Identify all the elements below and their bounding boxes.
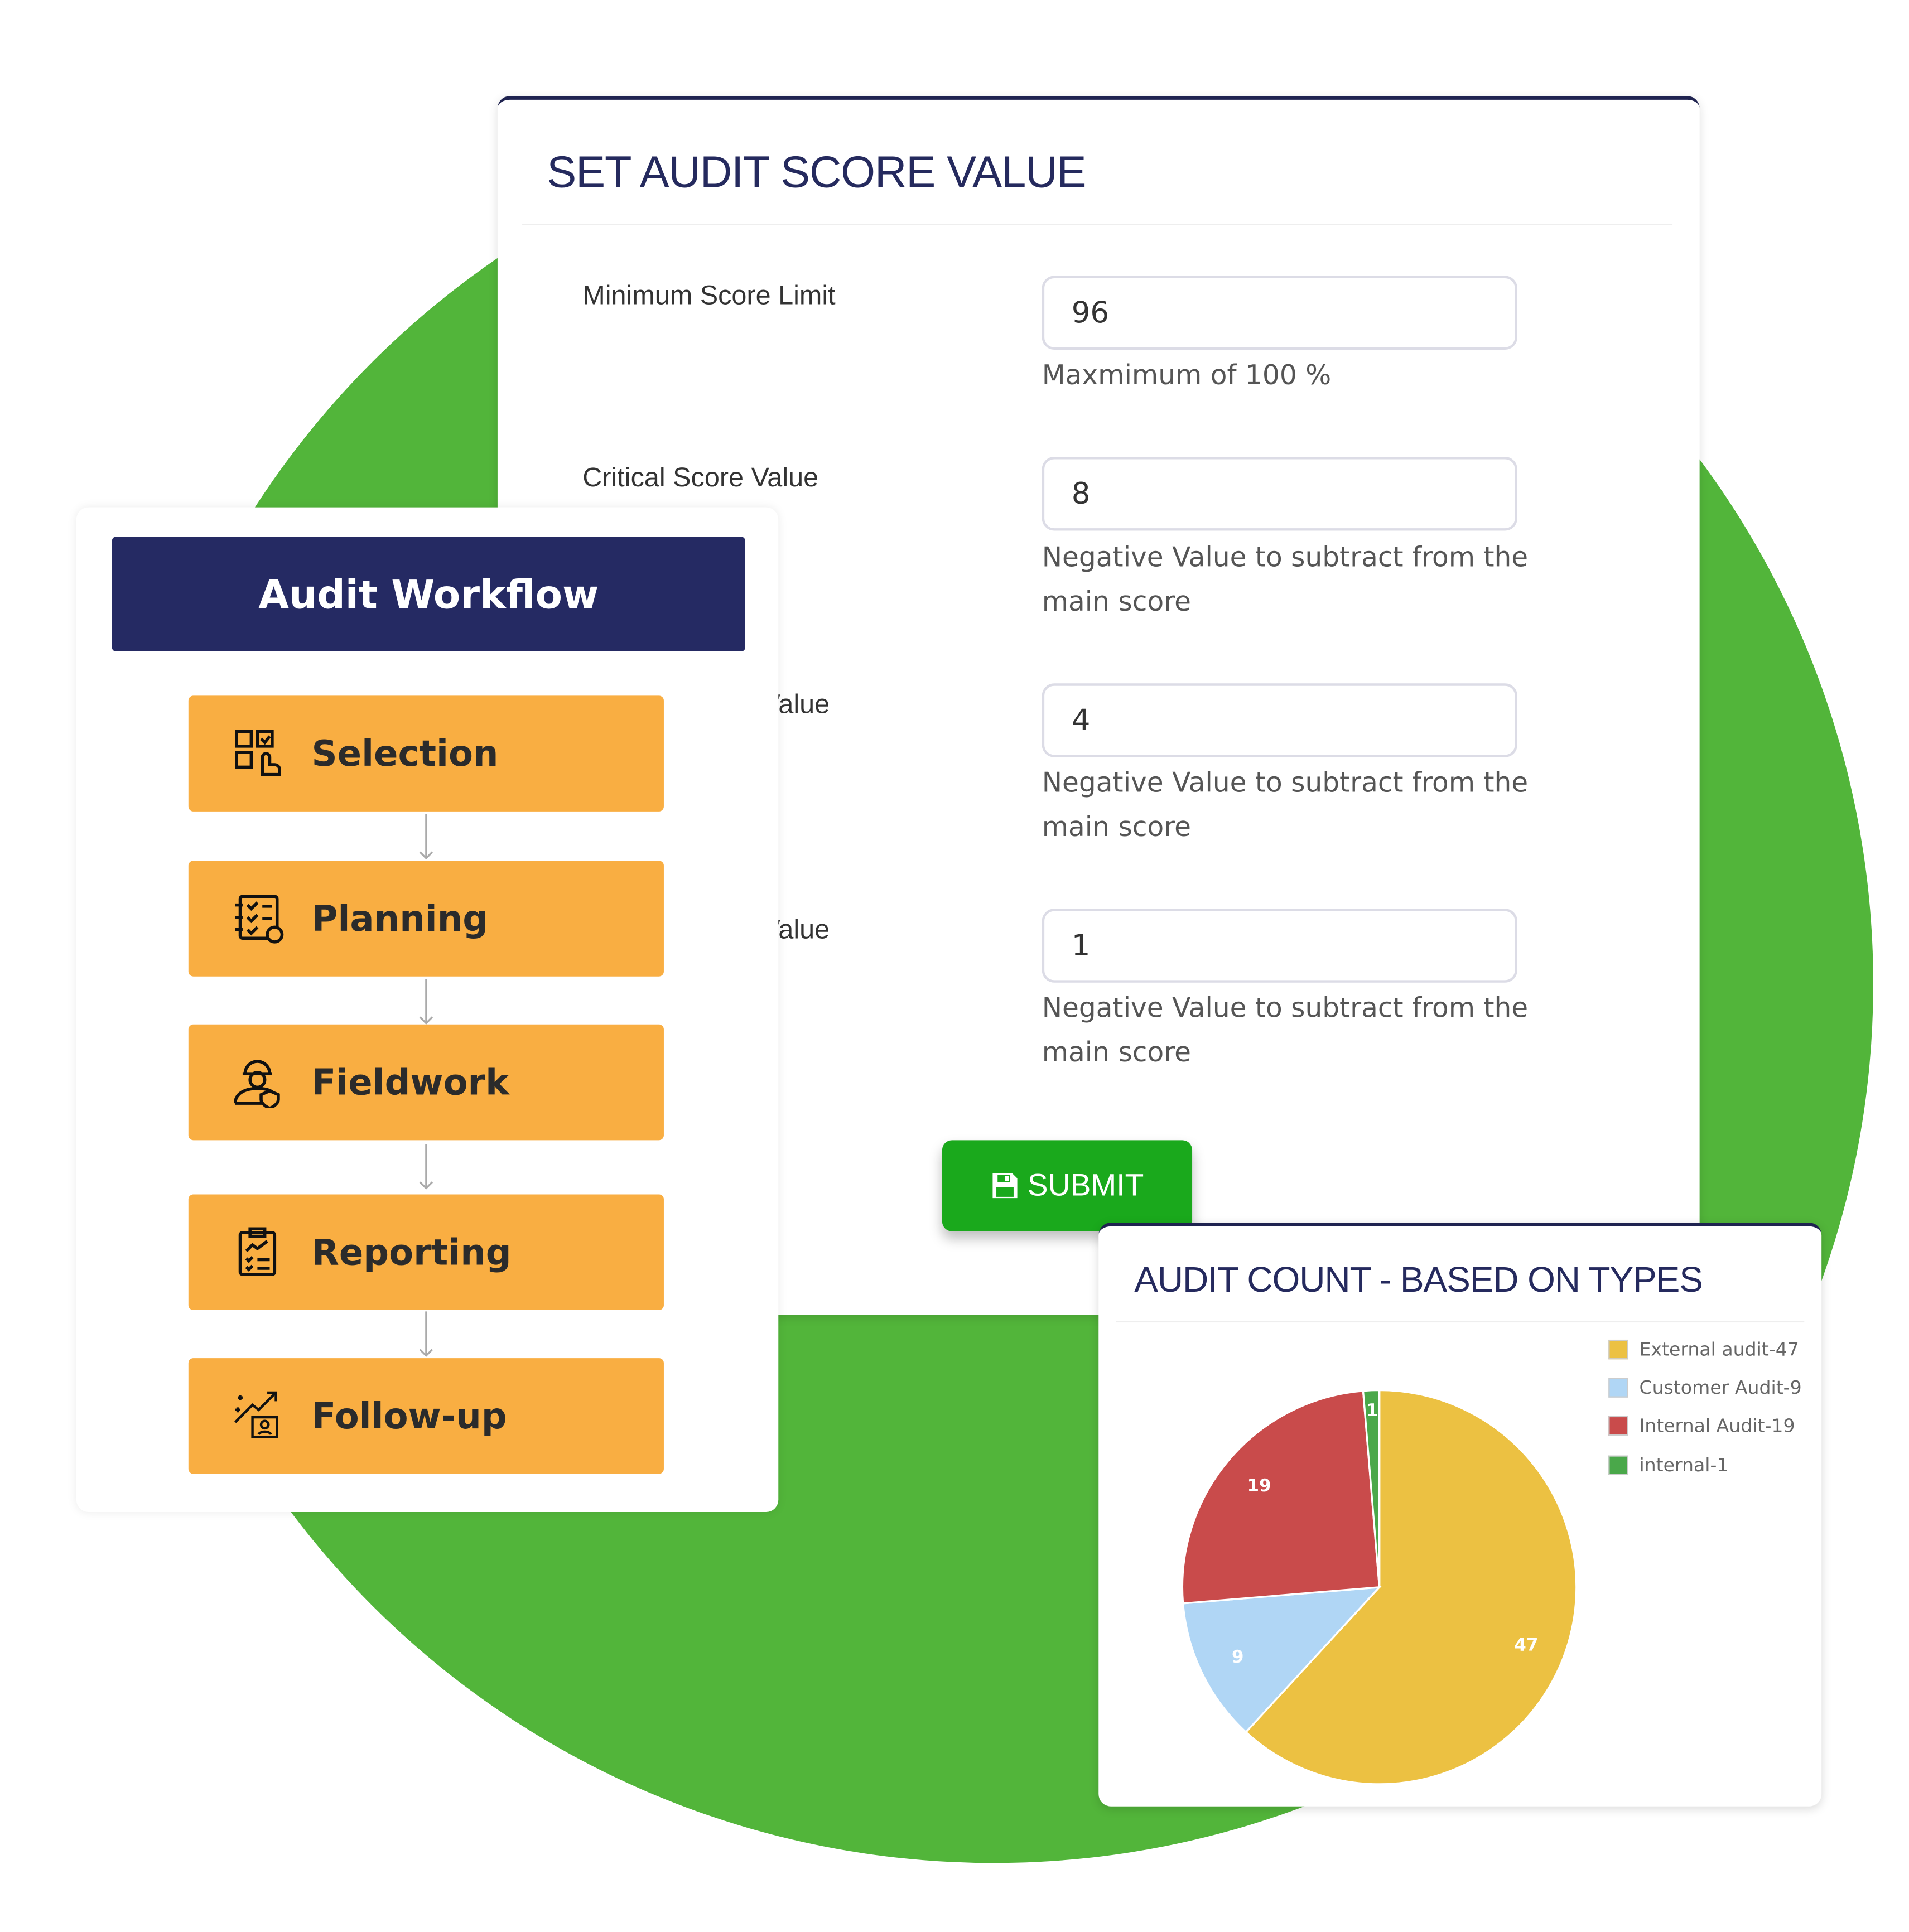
minimum-score-help: Maxmimum of 100 % xyxy=(1042,360,1332,392)
step-label: Fieldwork xyxy=(311,1061,509,1104)
legend-label: Customer Audit-9 xyxy=(1639,1376,1802,1399)
workflow-step-fieldwork[interactable]: Fieldwork xyxy=(188,1024,664,1141)
audit-workflow-card: Audit Workflow Selection Planning Fieldw… xyxy=(76,507,779,1513)
growth-icon xyxy=(234,1391,278,1438)
workflow-step-selection[interactable]: Selection xyxy=(188,695,664,812)
legend-swatch xyxy=(1608,1378,1628,1398)
checklist-icon xyxy=(235,895,284,944)
pie-slice[interactable] xyxy=(1181,1389,1381,1605)
critical-score-label: Critical Score Value xyxy=(582,461,819,493)
legend-swatch xyxy=(1608,1455,1628,1475)
legend-item[interactable]: internal-1 xyxy=(1608,1454,1729,1477)
critical-score-input[interactable] xyxy=(1042,457,1517,531)
legend-swatch xyxy=(1608,1339,1628,1360)
pie-data-label: 1 xyxy=(1366,1400,1378,1421)
legend-label: internal-1 xyxy=(1639,1454,1729,1477)
step-label: Planning xyxy=(311,897,489,940)
legend-label: External audit-47 xyxy=(1639,1338,1799,1361)
panel-title: SET AUDIT SCORE VALUE xyxy=(547,146,1086,197)
minimum-score-input[interactable] xyxy=(1042,276,1517,350)
legend-label: Internal Audit-19 xyxy=(1639,1414,1795,1437)
audit-count-chart-card: AUDIT COUNT - BASED ON TYPES 47 9 19 1 Exte… xyxy=(1098,1223,1822,1807)
legend-item[interactable]: Customer Audit-9 xyxy=(1608,1376,1802,1399)
workflow-title: Audit Workflow xyxy=(112,537,745,651)
step-label: Reporting xyxy=(311,1231,512,1273)
legend-item[interactable]: External audit-47 xyxy=(1608,1339,1799,1361)
score-value-help-4: Negative Value to subtract from the main… xyxy=(1042,993,1529,1069)
legend-item[interactable]: Internal Audit-19 xyxy=(1608,1415,1795,1437)
submit-button[interactable]: SUBMIT xyxy=(942,1140,1193,1231)
workflow-step-planning[interactable]: Planning xyxy=(188,861,664,977)
arrow-down-icon xyxy=(419,814,433,860)
pie-chart: 47 9 19 1 xyxy=(1181,1389,1578,1785)
critical-score-help: Negative Value to subtract from the main… xyxy=(1042,543,1529,619)
score-value-help-3: Negative Value to subtract from the main… xyxy=(1042,768,1529,844)
clipboard-chart-icon xyxy=(238,1227,277,1276)
workflow-step-follow-up[interactable]: Follow-up xyxy=(188,1358,664,1474)
floppy-disk-icon xyxy=(992,1173,1018,1199)
pie-data-label: 9 xyxy=(1232,1647,1244,1667)
step-label: Selection xyxy=(311,732,499,775)
score-value-input-4[interactable] xyxy=(1042,909,1517,983)
arrow-down-icon xyxy=(419,1143,433,1190)
arrow-down-icon xyxy=(419,1311,433,1358)
pie-data-label: 19 xyxy=(1247,1476,1271,1496)
workflow-step-reporting[interactable]: Reporting xyxy=(188,1194,664,1310)
stage: SET AUDIT SCORE VALUE Minimum Score Limi… xyxy=(0,0,1909,1932)
worker-icon xyxy=(233,1060,280,1108)
score-value-input-3[interactable] xyxy=(1042,683,1517,757)
arrow-down-icon xyxy=(419,979,433,1025)
selection-icon xyxy=(235,730,281,776)
submit-label: SUBMIT xyxy=(1027,1168,1144,1202)
pie-data-label: 47 xyxy=(1514,1635,1538,1655)
step-label: Follow-up xyxy=(311,1395,507,1437)
legend-swatch xyxy=(1608,1416,1628,1436)
divider xyxy=(522,224,1673,226)
minimum-score-label: Minimum Score Limit xyxy=(582,279,836,311)
